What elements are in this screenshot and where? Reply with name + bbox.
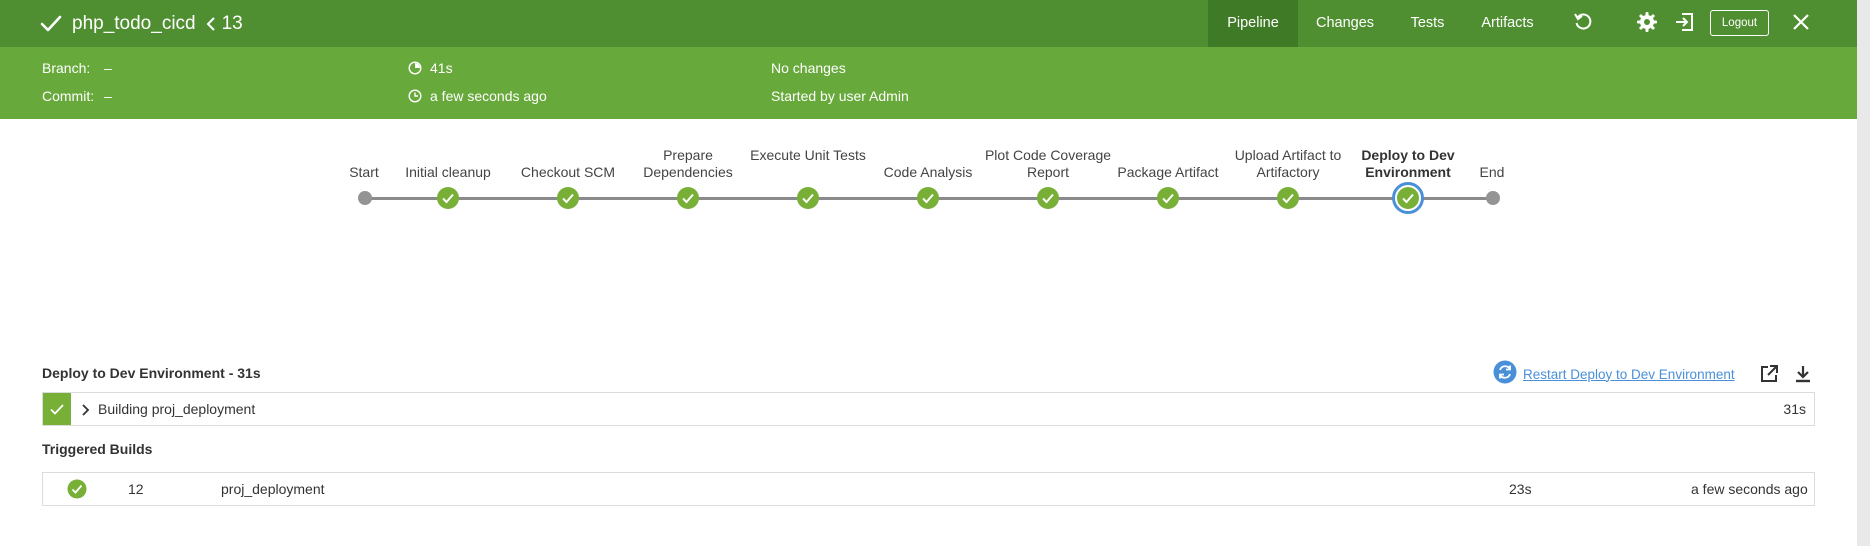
check-icon (922, 193, 934, 204)
gear-icon[interactable] (1636, 11, 1658, 38)
build-duration: 23s (1509, 481, 1532, 497)
build-number[interactable]: 12 (128, 481, 144, 497)
stage-label-checkout-scm: Checkout SCM (520, 164, 616, 180)
duration-icon (408, 61, 422, 78)
tab-artifacts[interactable]: Artifacts (1470, 0, 1545, 47)
stage-label-code-analysis: Code Analysis (883, 164, 973, 180)
stage-node-initial-cleanup[interactable] (437, 187, 459, 209)
chevron-right-icon[interactable] (81, 403, 90, 421)
stage-node-execute-unit-tests[interactable] (797, 187, 819, 209)
check-icon (1282, 193, 1294, 204)
log-step-row[interactable]: Building proj_deployment 31s (42, 392, 1815, 426)
close-icon[interactable] (1792, 13, 1810, 36)
check-icon (802, 193, 814, 204)
check-icon (442, 193, 454, 204)
restart-stage-link[interactable]: Restart Deploy to Dev Environment (1523, 367, 1735, 382)
chevron-left-icon[interactable] (206, 16, 216, 31)
stage-label-upload-artifact: Upload Artifact to Artifactory (1234, 147, 1342, 180)
check-icon (40, 15, 62, 33)
build-name[interactable]: proj_deployment (221, 481, 325, 497)
pipeline-graph: Start Initial cleanup Checkout SCM Prepa… (0, 119, 1857, 349)
replay-icon[interactable] (1572, 11, 1594, 38)
stage-node-start (358, 191, 372, 205)
stage-label-prepare-dependencies: Prepare Dependencies (643, 147, 733, 180)
check-icon (1402, 193, 1414, 204)
download-icon[interactable] (1793, 364, 1813, 389)
stage-node-prepare-dependencies[interactable] (677, 187, 699, 209)
stage-node-checkout-scm[interactable] (557, 187, 579, 209)
branch-label: Branch: (42, 60, 91, 76)
logout-button[interactable]: Logout (1710, 10, 1769, 36)
stage-node-plot-coverage[interactable] (1037, 187, 1059, 209)
check-icon (682, 193, 694, 204)
stage-node-end (1486, 191, 1500, 205)
check-icon (1042, 193, 1054, 204)
branch-value: – (104, 60, 112, 76)
open-external-icon[interactable] (1759, 364, 1779, 389)
commit-label: Commit: (42, 88, 95, 104)
tab-pipeline[interactable]: Pipeline (1208, 0, 1298, 47)
top-bar: php_todo_cicd 13 Pipeline Changes Tests … (0, 0, 1857, 47)
stage-label-end: End (1479, 164, 1505, 180)
duration-value: 41s (430, 60, 453, 76)
triggered-builds-title: Triggered Builds (42, 441, 153, 457)
started-ago: a few seconds ago (430, 88, 547, 104)
sign-out-icon[interactable] (1674, 11, 1696, 38)
log-step-duration: 31s (1783, 401, 1806, 417)
table-row[interactable]: 12 proj_deployment 23s a few seconds ago (42, 472, 1815, 506)
clock-icon (408, 89, 422, 106)
commit-value: – (104, 88, 112, 104)
run-title: php_todo_cicd 13 (40, 0, 243, 47)
restart-icon[interactable] (1493, 360, 1517, 389)
right-scroll-edge (1857, 0, 1870, 546)
run-number: 13 (221, 12, 243, 34)
stage-node-package-artifact[interactable] (1157, 187, 1179, 209)
stage-node-deploy-dev[interactable] (1397, 187, 1419, 209)
stage-label-execute-unit-tests: Execute Unit Tests (750, 147, 866, 163)
stage-label-plot-coverage: Plot Code Coverage Report (984, 147, 1112, 180)
stage-node-upload-artifact[interactable] (1277, 187, 1299, 209)
stage-label-initial-cleanup: Initial cleanup (405, 164, 491, 180)
build-time: a few seconds ago (1691, 481, 1808, 497)
pipeline-name[interactable]: php_todo_cicd (72, 13, 196, 35)
stage-label-package-artifact: Package Artifact (1117, 164, 1219, 180)
success-icon (67, 479, 87, 504)
check-icon (1162, 193, 1174, 204)
started-by: Started by user Admin (771, 88, 909, 104)
run-summary: Branch: – Commit: – 41s a few seconds ag… (0, 47, 1857, 119)
tab-tests[interactable]: Tests (1390, 0, 1465, 47)
check-icon (562, 193, 574, 204)
tab-changes[interactable]: Changes (1305, 0, 1385, 47)
stage-node-code-analysis[interactable] (917, 187, 939, 209)
step-status-success (43, 393, 71, 425)
log-step-label: Building proj_deployment (98, 401, 256, 417)
check-icon (50, 404, 64, 415)
changes-text: No changes (771, 60, 846, 76)
restart-stage[interactable]: Restart Deploy to Dev Environment (1493, 360, 1735, 389)
step-title: Deploy to Dev Environment - 31s (42, 365, 261, 381)
